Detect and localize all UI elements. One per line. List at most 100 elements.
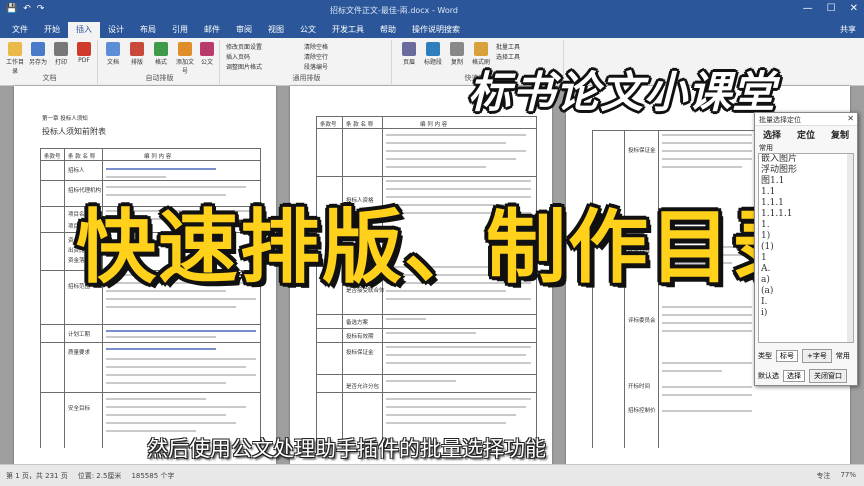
batch-select-panel: 批量选择定位 ✕ 选择 定位 复制 常用 嵌入图片 浮动图形 图1.1 1.1 … bbox=[754, 112, 858, 386]
row-label: 质量要求 bbox=[68, 350, 91, 356]
row-label: 开标时间 bbox=[628, 384, 651, 390]
tab-layout[interactable]: 布局 bbox=[132, 22, 164, 38]
close-icon[interactable]: ✕ bbox=[847, 114, 854, 123]
headline-overlay: 快速排版、制作目录 bbox=[76, 201, 814, 294]
col-name: 条 款 名 称 bbox=[68, 154, 96, 160]
tab-developer[interactable]: 开发工具 bbox=[324, 22, 372, 38]
layout-button[interactable]: 排版 bbox=[126, 42, 148, 66]
tab-references[interactable]: 引用 bbox=[164, 22, 196, 38]
list-item[interactable]: 图1.1 bbox=[759, 176, 853, 187]
list-item[interactable]: 浮动图形 bbox=[759, 165, 853, 176]
list-item[interactable]: 1 bbox=[759, 253, 853, 264]
row-label: 安全目标 bbox=[68, 406, 91, 412]
redo-icon[interactable]: ↷ bbox=[37, 4, 45, 14]
tab-gongwen[interactable]: 公文 bbox=[292, 22, 324, 38]
list-scrollbar[interactable] bbox=[847, 154, 853, 342]
col-item: 条款号 bbox=[320, 122, 337, 128]
list-item[interactable]: a) bbox=[759, 275, 853, 286]
brand-banner: 标书论文小课堂 bbox=[468, 68, 776, 118]
col-content: 编 列 内 容 bbox=[420, 122, 448, 128]
save-icon[interactable]: 💾 bbox=[6, 4, 17, 14]
tab-design[interactable]: 设计 bbox=[100, 22, 132, 38]
zoom-level[interactable]: 77% bbox=[840, 471, 856, 481]
image-format-item[interactable]: 调整图片格式 bbox=[226, 62, 262, 71]
common-label: 常用 bbox=[835, 352, 850, 360]
tab-view[interactable]: 视图 bbox=[260, 22, 292, 38]
row-label: 招标人 bbox=[68, 168, 85, 174]
tab-copy[interactable]: 复制 bbox=[831, 128, 849, 141]
brush-icon bbox=[474, 42, 488, 56]
tab-help[interactable]: 帮助 bbox=[372, 22, 404, 38]
group-document: 工作目录 另存为 打印 PDF 文档 bbox=[2, 40, 98, 84]
share-button[interactable]: 共享 bbox=[840, 24, 856, 35]
header-button[interactable]: 页眉 bbox=[398, 42, 420, 66]
format-icon bbox=[154, 42, 168, 56]
save-as-icon bbox=[31, 42, 45, 56]
list-item[interactable]: A. bbox=[759, 264, 853, 275]
format-button[interactable]: 格式 bbox=[150, 42, 172, 66]
tab-locate[interactable]: 定位 bbox=[797, 128, 815, 141]
pdf-button[interactable]: PDF bbox=[73, 42, 95, 64]
row-label: 是否允许分包 bbox=[346, 384, 380, 390]
document-button[interactable]: 文档 bbox=[102, 42, 124, 66]
clear-spaces-item[interactable]: 清除空格 bbox=[304, 42, 328, 51]
copy-button[interactable]: 复制 bbox=[446, 42, 468, 66]
list-item[interactable]: I. bbox=[759, 297, 853, 308]
maximize-button[interactable]: ☐ bbox=[827, 3, 836, 14]
minimize-button[interactable]: — bbox=[803, 3, 813, 14]
tab-review[interactable]: 审阅 bbox=[228, 22, 260, 38]
save-as-button[interactable]: 另存为 bbox=[27, 42, 49, 66]
list-item[interactable]: 1.1.1.1 bbox=[759, 209, 853, 220]
row-label: 投标有效期 bbox=[346, 334, 374, 340]
page-setup-item[interactable]: 修改页面设置 bbox=[226, 42, 262, 51]
col-name: 条 款 名 称 bbox=[346, 122, 374, 128]
status-bar: 第 1 页，共 231 页 位置: 2.5厘米 185585 个字 专注 77% bbox=[0, 464, 864, 486]
quick-access-toolbar: 💾 ↶ ↷ bbox=[6, 4, 44, 14]
type-select[interactable]: 标号 bbox=[776, 350, 798, 362]
focus-mode-button[interactable]: 专注 bbox=[816, 471, 830, 481]
paragraph-number-item[interactable]: 段落编号 bbox=[304, 62, 328, 71]
list-item[interactable]: 1) bbox=[759, 231, 853, 242]
group-common: 修改页面设置 插入页码 调整图片格式 清除空格 清除空行 段落编号 通用排版 bbox=[222, 40, 392, 84]
tab-select[interactable]: 选择 bbox=[763, 128, 781, 141]
batch-tools-item[interactable]: 批量工具 bbox=[496, 42, 520, 51]
row-label: 投标保证金 bbox=[628, 148, 656, 154]
folder-icon bbox=[8, 42, 22, 56]
list-item[interactable]: 1.1 bbox=[759, 187, 853, 198]
panel-tabs: 选择 定位 复制 bbox=[755, 126, 857, 142]
copy-icon bbox=[450, 42, 464, 56]
gongwen-button[interactable]: 公文 bbox=[196, 42, 218, 66]
default-select[interactable]: 选择 bbox=[783, 370, 805, 382]
work-dir-button[interactable]: 工作目录 bbox=[4, 42, 26, 75]
row-label: 计划工期 bbox=[68, 332, 91, 338]
default-label: 默认选 bbox=[758, 372, 779, 380]
row-label: 评标委员会 bbox=[628, 318, 656, 324]
cursor-position: 位置: 2.5厘米 bbox=[77, 472, 122, 480]
insert-page-number-item[interactable]: 插入页码 bbox=[226, 52, 250, 61]
close-button[interactable]: ✕ bbox=[850, 3, 858, 14]
tab-mailings[interactable]: 邮件 bbox=[196, 22, 228, 38]
close-window-button[interactable]: 关闭窗口 bbox=[809, 369, 847, 383]
clear-blank-lines-item[interactable]: 清除空行 bbox=[304, 52, 328, 61]
word-count[interactable]: 185585 个字 bbox=[131, 471, 174, 481]
list-item[interactable]: (a) bbox=[759, 286, 853, 297]
add-number-button[interactable]: 添加文号 bbox=[174, 42, 196, 75]
tell-me-search[interactable]: 操作说明搜索 bbox=[404, 22, 468, 38]
print-button[interactable]: 打印 bbox=[50, 42, 72, 66]
row-label: 招标控制价 bbox=[628, 408, 656, 414]
pattern-list[interactable]: 嵌入图片 浮动图形 图1.1 1.1 1.1.1 1.1.1.1 1. 1) (… bbox=[758, 153, 854, 343]
list-item[interactable]: i) bbox=[759, 308, 853, 319]
heading-paragraph-button[interactable]: 标题段 bbox=[422, 42, 444, 66]
tab-insert[interactable]: 插入 bbox=[68, 22, 100, 38]
page-count[interactable]: 第 1 页，共 231 页 bbox=[6, 471, 68, 481]
tab-home[interactable]: 开始 bbox=[36, 22, 68, 38]
list-item[interactable]: (1) bbox=[759, 242, 853, 253]
list-item[interactable]: 嵌入图片 bbox=[759, 154, 853, 165]
chapter-heading: 第一章 投标人须知 bbox=[42, 116, 88, 122]
undo-icon[interactable]: ↶ bbox=[23, 4, 31, 14]
list-item[interactable]: 1.1.1 bbox=[759, 198, 853, 209]
gongwen-icon bbox=[200, 42, 214, 56]
list-item[interactable]: 1. bbox=[759, 220, 853, 231]
tab-file[interactable]: 文件 bbox=[4, 22, 36, 38]
add-font-size-button[interactable]: +字号 bbox=[802, 349, 832, 363]
